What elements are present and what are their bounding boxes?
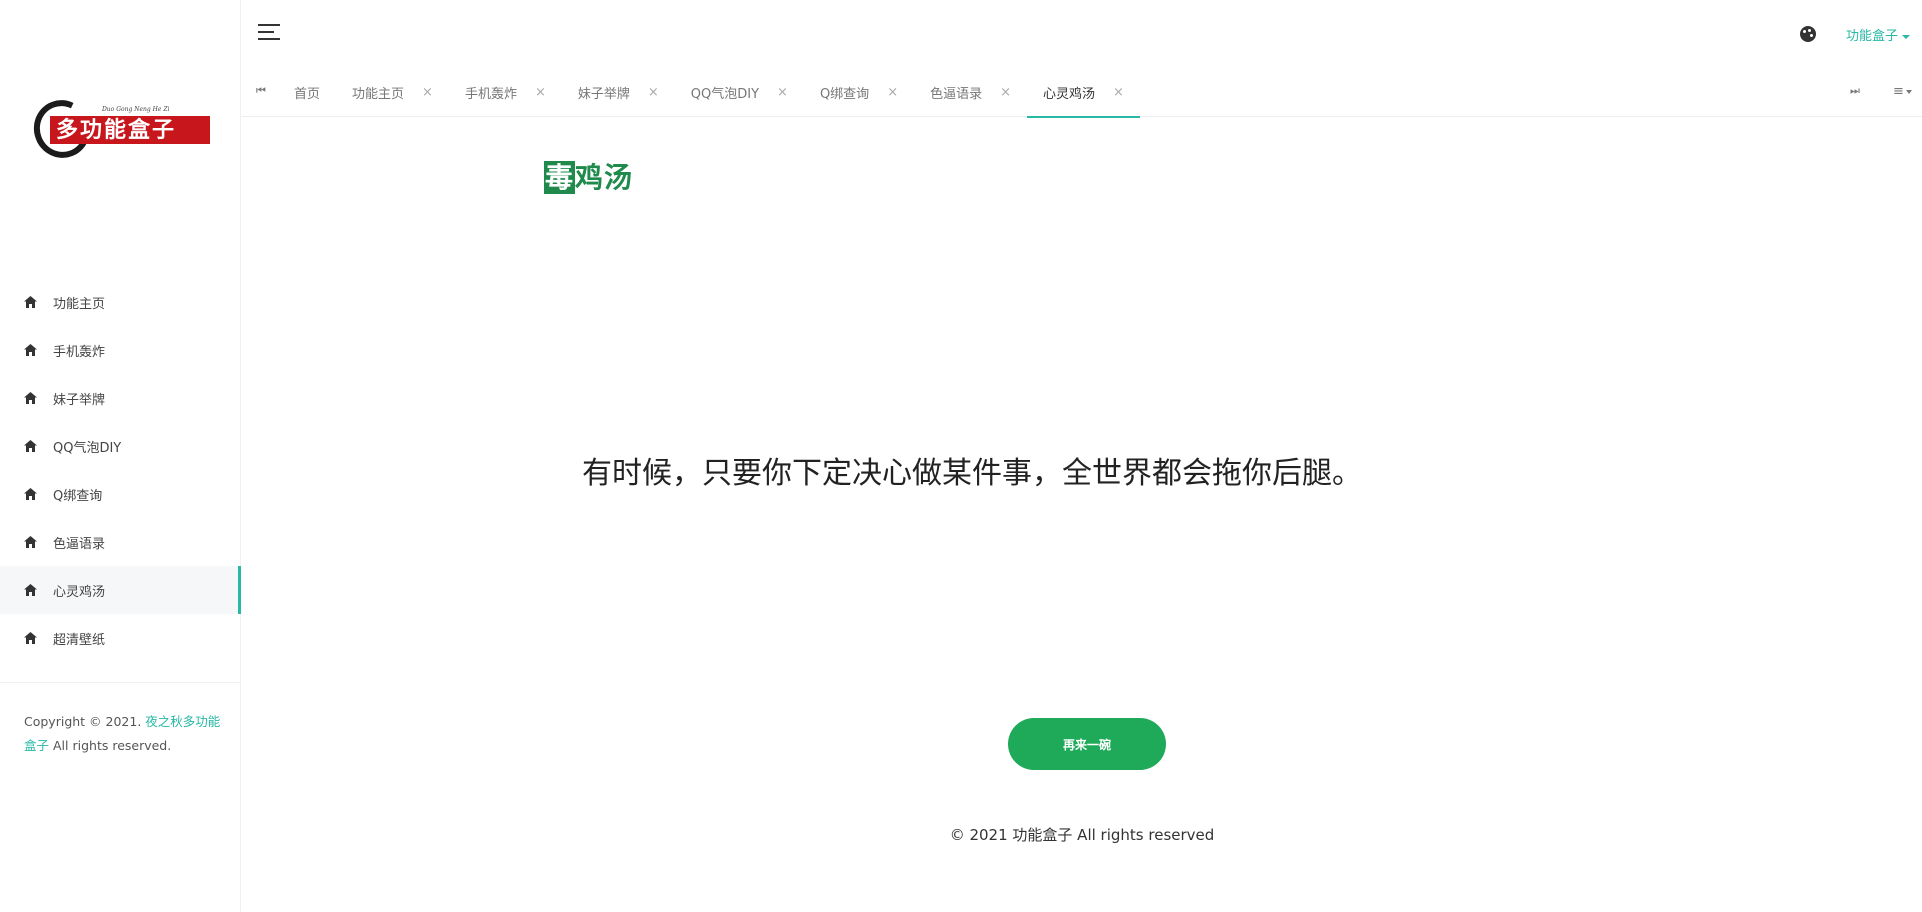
copyright-prefix: Copyright © 2021.	[24, 714, 142, 729]
copyright-suffix: All rights reserved.	[53, 738, 172, 753]
tab-label: 色逼语录	[930, 87, 983, 102]
tab-label: 心灵鸡汤	[1043, 87, 1096, 102]
sidebar-item-label: 色逼语录	[53, 536, 106, 552]
tabs-bar: ⏮ 首页 功能主页 × 手机轰炸 × 妹子举牌 × QQ气泡DIY × Q绑查询…	[242, 68, 1922, 118]
logo-subtitle: Duo Gong Neng He Zi	[102, 106, 170, 113]
close-icon[interactable]: ×	[1000, 85, 1011, 100]
caret-down-icon	[1902, 34, 1911, 39]
tab-scroll-left-icon[interactable]: ⏮	[256, 84, 266, 98]
home-icon	[24, 344, 37, 356]
sidebar-divider	[0, 682, 241, 683]
tab-girl-sign[interactable]: 妹子举牌 ×	[562, 68, 675, 117]
home-icon	[24, 392, 37, 404]
another-bowl-button[interactable]: 再来一碗	[1008, 718, 1166, 770]
close-icon[interactable]: ×	[1113, 85, 1124, 100]
top-header: 功能盒子	[242, 0, 1922, 68]
close-icon[interactable]: ×	[777, 85, 788, 100]
sidebar-item-label: 妹子举牌	[53, 392, 106, 408]
quote-text: 有时候，只要你下定决心做某件事，全世界都会拖你后腿。	[582, 456, 1362, 491]
tab-home[interactable]: 首页	[278, 68, 336, 117]
close-icon[interactable]: ×	[887, 85, 898, 100]
tab-label: Q绑查询	[819, 87, 870, 102]
sidebar-item-label: 功能主页	[53, 296, 106, 312]
home-icon	[24, 536, 37, 548]
home-icon	[24, 488, 37, 500]
palette-icon[interactable]	[1800, 26, 1816, 42]
tab-qq-bubble-diy[interactable]: QQ气泡DIY ×	[675, 68, 804, 117]
page-logo-text: 鸡汤	[575, 161, 634, 194]
app-logo[interactable]: 多功能盒子 Duo Gong Neng He Zi	[25, 92, 210, 166]
close-icon[interactable]: ×	[648, 85, 659, 100]
sidebar-item-quotes[interactable]: 色逼语录	[0, 518, 241, 566]
tab-label: 手机轰炸	[464, 87, 517, 102]
hamburger-menu-icon[interactable]	[258, 24, 280, 42]
tab-function-home[interactable]: 功能主页 ×	[336, 68, 449, 117]
user-menu-label: 功能盒子	[1846, 29, 1899, 44]
tab-label: 首页	[294, 87, 321, 102]
sidebar-item-q-bind-query[interactable]: Q绑查询	[0, 470, 241, 518]
close-icon[interactable]: ×	[535, 85, 546, 100]
tab-phone-bomb[interactable]: 手机轰炸 ×	[449, 68, 562, 117]
sidebar-copyright: Copyright © 2021. 夜之秋多功能盒子 All rights re…	[24, 710, 224, 758]
home-icon	[24, 632, 37, 644]
sidebar-nav: 功能主页 手机轰炸 妹子举牌 QQ气泡DIY Q绑查询 色逼语录 心灵鸡汤 超清…	[0, 278, 241, 662]
sidebar-item-hd-wallpaper[interactable]: 超清壁纸	[0, 614, 241, 662]
sidebar-item-label: 超清壁纸	[53, 632, 106, 648]
sidebar-item-function-home[interactable]: 功能主页	[0, 278, 241, 326]
tab-label: QQ气泡DIY	[690, 87, 760, 102]
home-icon	[24, 440, 37, 452]
close-icon[interactable]: ×	[422, 85, 433, 100]
sidebar-item-label: QQ气泡DIY	[53, 440, 122, 456]
tab-list: 首页 功能主页 × 手机轰炸 × 妹子举牌 × QQ气泡DIY × Q绑查询 ×…	[278, 68, 1140, 118]
tab-label: 妹子举牌	[577, 87, 630, 102]
tab-quotes[interactable]: 色逼语录 ×	[914, 68, 1027, 117]
user-menu-dropdown[interactable]: 功能盒子	[1846, 25, 1911, 44]
page-footer: © 2021 功能盒子 All rights reserved	[949, 826, 1215, 844]
caret-down-icon	[1905, 89, 1912, 94]
home-icon	[24, 296, 37, 308]
sidebar: 多功能盒子 Duo Gong Neng He Zi 功能主页 手机轰炸 妹子举牌…	[0, 0, 241, 912]
tab-chicken-soup[interactable]: 心灵鸡汤 ×	[1027, 68, 1140, 118]
sidebar-item-chicken-soup[interactable]: 心灵鸡汤	[0, 566, 241, 614]
main-content: 毒鸡汤 有时候，只要你下定决心做某件事，全世界都会拖你后腿。 再来一碗 © 20…	[242, 118, 1922, 912]
home-icon	[24, 584, 37, 596]
tab-label: 功能主页	[352, 87, 405, 102]
tab-scroll-right-icon[interactable]: ⏭	[1850, 84, 1860, 98]
logo-text: 多功能盒子	[50, 116, 210, 144]
sidebar-item-label: 心灵鸡汤	[53, 584, 106, 600]
tab-options-menu-icon[interactable]: ≡	[1893, 84, 1912, 99]
tab-q-bind-query[interactable]: Q绑查询 ×	[804, 68, 914, 117]
sidebar-item-girl-sign[interactable]: 妹子举牌	[0, 374, 241, 422]
sidebar-item-label: Q绑查询	[53, 488, 103, 504]
sidebar-item-label: 手机轰炸	[53, 344, 106, 360]
page-logo: 毒鸡汤	[544, 156, 633, 196]
sidebar-item-qq-bubble-diy[interactable]: QQ气泡DIY	[0, 422, 241, 470]
sidebar-item-phone-bomb[interactable]: 手机轰炸	[0, 326, 241, 374]
page-logo-boxed-char: 毒	[544, 161, 576, 194]
